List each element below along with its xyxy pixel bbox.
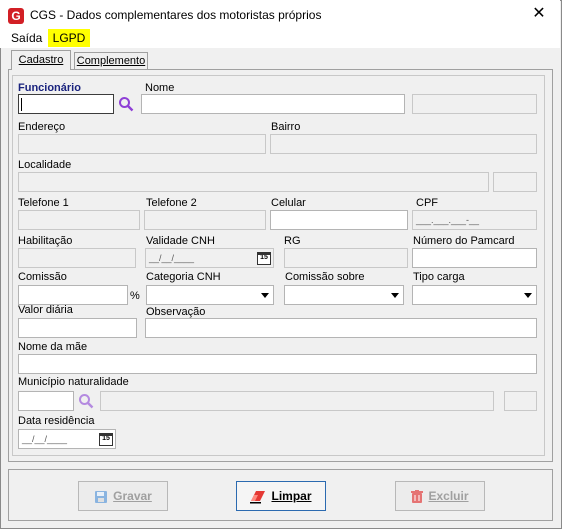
localidade-field — [18, 172, 489, 192]
comissao-sobre-label: Comissão sobre — [285, 271, 365, 283]
tab-cadastro-label: Cadastro — [18, 54, 64, 66]
localidade-label: Localidade — [18, 159, 72, 171]
numero-pamcard-input[interactable] — [412, 248, 537, 268]
bairro-label: Bairro — [271, 121, 301, 133]
nome-input[interactable] — [141, 94, 405, 114]
telefone1-label: Telefone 1 — [18, 197, 69, 209]
comissao-label: Comissão — [18, 271, 67, 283]
trash-icon — [411, 489, 424, 503]
gravar-button[interactable]: Gravar — [78, 481, 168, 511]
calendar-icon[interactable]: 15 — [257, 252, 271, 265]
limpar-label: Limpar — [271, 489, 312, 503]
habilitacao-field — [18, 248, 136, 268]
rg-label: RG — [284, 235, 301, 247]
habilitacao-label: Habilitação — [18, 235, 73, 247]
calendar-icon[interactable]: 15 — [99, 433, 113, 446]
nome-aux-field — [412, 94, 537, 114]
categoria-cnh-label: Categoria CNH — [146, 271, 221, 283]
tipo-carga-label: Tipo carga — [413, 271, 465, 283]
gravar-label: Gravar — [113, 489, 152, 503]
rg-field — [284, 248, 408, 268]
chevron-down-icon[interactable] — [520, 286, 536, 304]
chevron-down-icon[interactable] — [387, 286, 403, 304]
data-residencia-label: Data residência — [18, 415, 95, 427]
endereco-field — [18, 134, 266, 154]
validade-cnh-mask: __/__/____ — [149, 253, 195, 263]
title-bar: G CGS - Dados complementares dos motoris… — [0, 0, 560, 30]
municipio-nome-field — [100, 391, 494, 411]
menu-lgpd[interactable]: LGPD — [48, 29, 90, 47]
limpar-button[interactable]: Limpar — [236, 481, 326, 511]
eraser-icon — [250, 490, 266, 504]
municipio-uf-field — [504, 391, 537, 411]
cpf-mask: ___.___.___-__ — [416, 215, 480, 225]
municipio-naturalidade-label: Município naturalidade — [18, 376, 129, 388]
search-icon[interactable] — [118, 96, 134, 112]
valor-diaria-input[interactable] — [18, 318, 137, 338]
celular-label: Celular — [271, 197, 306, 209]
funcionario-input[interactable] — [18, 94, 114, 114]
bairro-field — [270, 134, 537, 154]
text-caret — [21, 98, 22, 111]
valor-diaria-label: Valor diária — [18, 304, 73, 316]
tab-complemento[interactable]: Complemento — [74, 52, 148, 69]
tipo-carga-select[interactable] — [412, 285, 537, 305]
comissao-input[interactable] — [18, 285, 128, 305]
nome-mae-input[interactable] — [18, 354, 537, 374]
comissao-unit: % — [130, 290, 140, 302]
funcionario-label: Funcionário — [18, 82, 81, 94]
localidade-uf-field — [493, 172, 537, 192]
search-icon[interactable] — [78, 393, 94, 409]
numero-pamcard-label: Número do Pamcard — [413, 235, 515, 247]
nome-label: Nome — [145, 82, 175, 94]
telefone1-field — [18, 210, 140, 230]
app-logo-icon: G — [8, 8, 24, 24]
nome-mae-label: Nome da mãe — [18, 341, 88, 353]
tab-complemento-label: Complemento — [76, 55, 146, 67]
validade-cnh-label: Validade CNH — [146, 235, 215, 247]
window-title: CGS - Dados complementares dos motorista… — [30, 8, 322, 22]
excluir-label: Excluir — [428, 489, 469, 503]
data-residencia-input[interactable]: __/__/____ 15 — [18, 429, 116, 449]
cpf-label: CPF — [416, 197, 438, 209]
data-residencia-mask: __/__/____ — [22, 434, 68, 444]
menu-saida[interactable]: Saída — [11, 31, 42, 45]
comissao-sobre-select[interactable] — [284, 285, 404, 305]
telefone2-field — [144, 210, 266, 230]
tab-cadastro[interactable]: Cadastro — [11, 50, 71, 70]
celular-input[interactable] — [270, 210, 408, 230]
validade-cnh-field: __/__/____ 15 — [145, 248, 274, 268]
excluir-button[interactable]: Excluir — [395, 481, 485, 511]
chevron-down-icon[interactable] — [257, 286, 273, 304]
telefone2-label: Telefone 2 — [146, 197, 197, 209]
cpf-field: ___.___.___-__ — [412, 210, 537, 230]
municipio-naturalidade-input[interactable] — [18, 391, 74, 411]
floppy-disk-icon — [95, 490, 108, 503]
endereco-label: Endereço — [18, 121, 66, 133]
categoria-cnh-select[interactable] — [146, 285, 274, 305]
observacao-input[interactable] — [145, 318, 537, 338]
close-icon[interactable]: ✕ — [529, 5, 549, 23]
observacao-label: Observação — [146, 306, 206, 318]
